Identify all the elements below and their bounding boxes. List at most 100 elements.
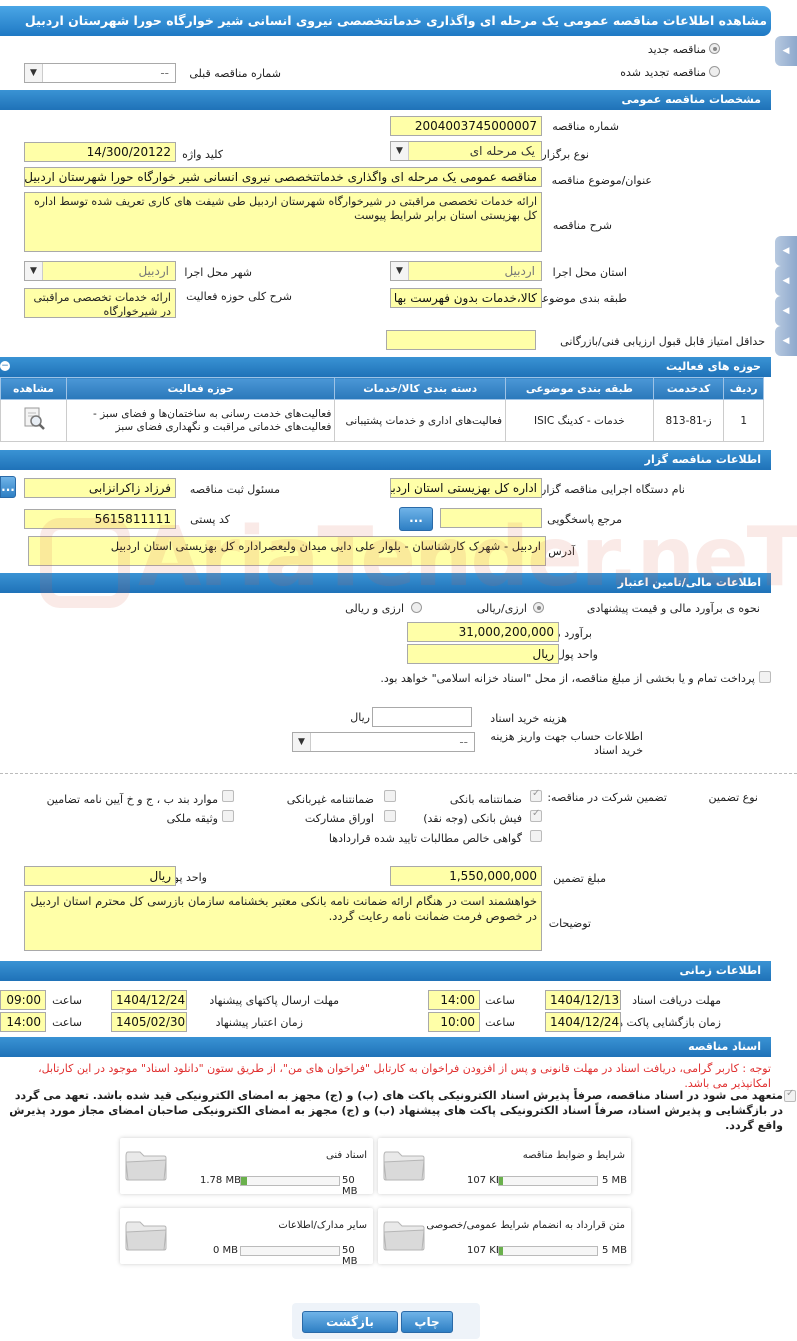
keyword-label: کلید واژه [182, 148, 223, 161]
page-title: مشاهده اطلاعات مناقصه عمومی یک مرحله ای … [0, 6, 771, 36]
receive-label: مهلت دریافت اسناد [632, 994, 721, 1007]
keyword-field[interactable]: 14/300/20122 [24, 142, 176, 162]
section-docs: اسناد مناقصه [0, 1037, 771, 1057]
scope-field[interactable]: ارائه خدمات تخصصی مراقبتی در شیرخوارگاه [24, 288, 176, 318]
hour-label: ساعت [52, 1016, 82, 1029]
description-label: شرح مناقصه [552, 219, 612, 232]
file-name: شرایط و ضوابط مناقصه [522, 1150, 625, 1161]
postal-field[interactable]: 5615811111 [24, 509, 176, 529]
send-time-field[interactable]: 09:00 [0, 990, 46, 1010]
account-label: اطلاعات حساب جهت واریز هزینه خرید اسناد [490, 730, 643, 757]
cell-category: خدمات - کدینگ ISIC [504, 399, 654, 442]
opt-property-checkbox[interactable] [222, 810, 234, 822]
notes-field[interactable]: خواهشمند است در هنگام ارائه ضمانت نامه ب… [24, 891, 542, 951]
cell-row: 1 [723, 399, 764, 442]
treasury-checkbox[interactable] [759, 671, 771, 683]
tender-number-field[interactable]: 2004003745000007 [390, 116, 542, 136]
side-tab-1[interactable]: ◀ [775, 36, 797, 66]
file-max: 5 MB [602, 1245, 628, 1256]
doc-cost-label: هزینه خرید اسناد [490, 712, 567, 725]
guarantee-currency-field[interactable]: ریال [24, 866, 176, 886]
valid-date-field[interactable]: 1405/02/30 [111, 1012, 187, 1032]
opt-clauses-checkbox[interactable] [222, 790, 234, 802]
valid-time-field[interactable]: 14:00 [0, 1012, 46, 1032]
file-size: 1.78 MB [200, 1175, 241, 1186]
category-field[interactable]: کالا،خدمات بدون فهرست بها [390, 288, 542, 308]
treasury-text: پرداخت تمام و یا بخشی از مبلغ مناقصه، از… [380, 672, 755, 685]
file-name: سایر مدارک/اطلاعات [278, 1220, 367, 1231]
account-value: -- [459, 735, 468, 749]
ref-field[interactable] [440, 508, 542, 528]
file-box-terms[interactable]: شرایط و ضوابط مناقصه 107 KB 5 MB [378, 1138, 631, 1194]
col-category: طبقه بندی موضوعی [504, 377, 654, 400]
min-score-field[interactable] [386, 330, 536, 350]
new-tender-radio[interactable] [709, 43, 720, 54]
send-date-field[interactable]: 1404/12/24 [111, 990, 187, 1010]
commit-checkbox[interactable] [784, 1088, 796, 1102]
receive-time-field[interactable]: 14:00 [428, 990, 480, 1010]
resp-field[interactable]: فرزاد زاکرانزابی [24, 478, 176, 498]
side-tab-2[interactable]: ◀ [775, 236, 797, 266]
ref-lookup-button[interactable]: ... [399, 507, 433, 531]
divider [0, 773, 797, 774]
folder-icon [125, 1221, 167, 1251]
file-box-technical[interactable]: اسناد فنی 1.78 MB 50 MB [120, 1138, 373, 1197]
cell-view[interactable] [0, 399, 67, 442]
cell-scope: فعالیت‌های خدمت رسانی به ساختمان‌ها و فض… [65, 399, 336, 442]
scope-value: ارائه خدمات تخصصی مراقبتی در شیرخوارگاه [33, 291, 171, 318]
print-button[interactable]: چاپ [401, 1311, 453, 1333]
method-rial-label: ارزی/ریالی [476, 602, 527, 615]
guarantee-amount-field[interactable]: 1,550,000,000 [390, 866, 542, 886]
file-box-other[interactable]: سایر مدارک/اطلاعات 0 MB 50 MB [120, 1208, 373, 1267]
magnifier-document-icon[interactable] [21, 406, 47, 432]
opt-bonds-checkbox[interactable] [384, 810, 396, 822]
cell-code: ز-81-813 [652, 399, 725, 442]
method-both-radio[interactable] [411, 602, 422, 613]
open-time-field[interactable]: 10:00 [428, 1012, 480, 1032]
opt-cash-label: فیش بانکی (وجه نقد) [423, 812, 522, 825]
open-label: زمان بازگشایی پاکت ها [613, 1016, 721, 1029]
renewed-tender-radio[interactable] [709, 66, 720, 77]
file-progress-fill [499, 1247, 503, 1255]
account-select[interactable]: -- ▼ [292, 732, 475, 752]
org-field[interactable]: اداره کل بهزیستی استان اردبیل [390, 478, 542, 498]
file-box-contract[interactable]: متن قرارداد به انضمام شرایط عمومی/خصوصی … [378, 1208, 631, 1264]
guarantee-title: تضمین شرکت در مناقصه: [547, 791, 667, 804]
opt-cash-checkbox[interactable] [530, 808, 542, 822]
opt-bank-checkbox[interactable] [530, 788, 542, 802]
activities-table: ردیف کدخدمت طبقه بندی موضوعی دسته بندی ک… [0, 377, 764, 442]
opt-nonbank-checkbox[interactable] [384, 790, 396, 802]
doc-cost-field[interactable] [372, 707, 472, 727]
side-tab-5[interactable]: ◀ [775, 326, 797, 356]
opt-claims-checkbox[interactable] [530, 830, 542, 842]
method-rial-radio[interactable] [533, 602, 544, 613]
address-field[interactable]: اردبیل - شهرک کارشناسان - بلوار علی دایی… [28, 536, 546, 566]
table-header-row: ردیف کدخدمت طبقه بندی موضوعی دسته بندی ک… [0, 377, 764, 400]
folder-icon [383, 1221, 425, 1251]
province-select[interactable]: اردبیل ▼ [390, 261, 542, 281]
collapse-icon[interactable]: − [0, 361, 10, 371]
section-finance: اطلاعات مالی/تامین اعتبار [0, 573, 771, 593]
col-group: دسته بندی کالا/خدمات [334, 377, 506, 400]
description-field[interactable]: ارائه خدمات تخصصی مراقبتی در شیرخوارگاه … [24, 192, 542, 252]
subject-field[interactable]: مناقصه عمومی یک مرحله ای واگذاری خدماتتخ… [24, 167, 542, 187]
city-value: اردبیل [138, 264, 169, 278]
org-side-button[interactable]: ... [0, 476, 16, 498]
estimate-field[interactable]: 31,000,200,000 [407, 622, 559, 642]
receive-date-field[interactable]: 1404/12/13 [545, 990, 621, 1010]
opt-bank-label: ضمانتنامه بانکی [449, 793, 522, 806]
valid-label: زمان اعتبار پیشنهاد [215, 1016, 303, 1029]
city-select[interactable]: اردبیل ▼ [24, 261, 176, 281]
currency-label: واحد پول [556, 648, 598, 661]
open-date-field[interactable]: 1404/12/24 [545, 1012, 621, 1032]
side-tab-4[interactable]: ◀ [775, 296, 797, 326]
back-button[interactable]: بازگشت [302, 1311, 398, 1333]
side-tab-3[interactable]: ◀ [775, 266, 797, 296]
doc-cost-unit: ریال [350, 711, 370, 724]
prev-tender-select[interactable]: -- ▼ [24, 63, 176, 83]
guarantee-amount-label: مبلغ تضمین [553, 872, 606, 885]
chevron-down-icon: ▼ [391, 142, 409, 160]
docs-warning: توجه : کاربر گرامی، دریافت اسناد در مهلت… [38, 1062, 771, 1090]
currency-field[interactable]: ریال [407, 644, 559, 664]
hold-type-select[interactable]: یک مرحله ای ▼ [390, 141, 542, 161]
